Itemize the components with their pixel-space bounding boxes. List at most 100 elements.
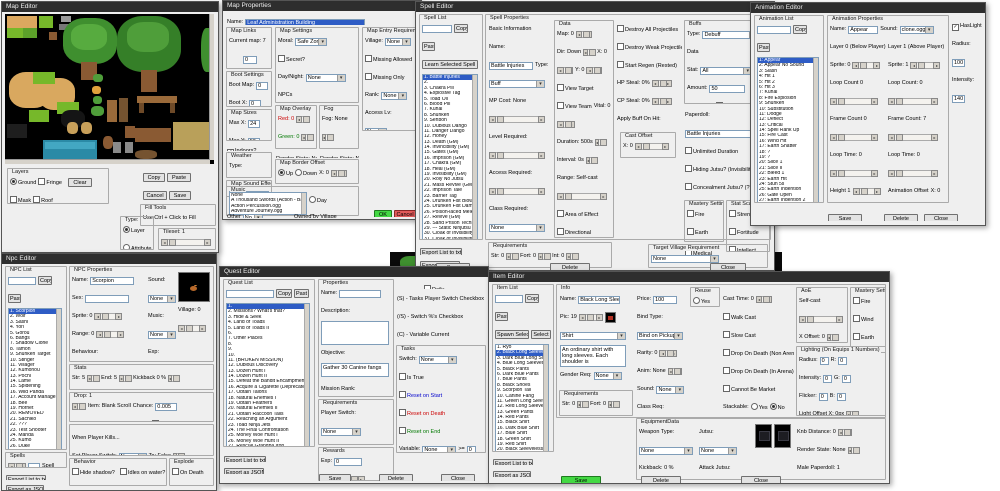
- quest-editor-titlebar[interactable]: Quest Editor: [220, 267, 488, 277]
- view-target-checkbox[interactable]: View Target: [557, 84, 594, 93]
- drop-on-death-in-arena-checkbox[interactable]: Drop On Death (In Arena): [723, 367, 794, 376]
- spell-editor-titlebar[interactable]: Spell Editor: [416, 2, 774, 12]
- export-as-json-button[interactable]: Export as JSON: [493, 471, 531, 477]
- export-as-json-button[interactable]: Export as JSON: [224, 468, 264, 474]
- slider[interactable]: ◂▸: [119, 375, 132, 383]
- delete-button[interactable]: Delete: [550, 263, 590, 270]
- yes-radio[interactable]: Yes: [693, 297, 710, 306]
- textbox[interactable]: 0: [256, 81, 269, 90]
- destroy-all-projectiles-checkbox[interactable]: Destroy All Projectiles: [617, 25, 678, 34]
- none-dropdown[interactable]: None▾: [365, 127, 387, 130]
- view-team-checkbox[interactable]: View Team: [557, 102, 592, 111]
- copy-button[interactable]: Copy: [143, 173, 165, 183]
- slider[interactable]: ◂▸: [296, 116, 311, 124]
- copy-button[interactable]: Copy: [38, 276, 52, 286]
- slider[interactable]: ◂▸: [575, 31, 592, 39]
- list-item[interactable]: 27. Rescue Grandpa Iroh: [227, 444, 309, 446]
- item-editor-titlebar[interactable]: Item Editor: [489, 272, 889, 282]
- textbox[interactable]: 100: [952, 58, 965, 67]
- npcs-listbox[interactable]: 1. Scorpion 2. Wolf 3. Sashi 4. Yori 5. Goro…: [8, 308, 62, 450]
- slider[interactable]: ◂▸: [667, 368, 682, 376]
- slider[interactable]: ◂▸: [830, 134, 878, 142]
- slider[interactable]: ◂▸: [557, 193, 607, 201]
- slider[interactable]: ◂▸: [489, 152, 545, 160]
- slider[interactable]: ◂▸: [830, 98, 878, 106]
- slider[interactable]: ◂▸: [594, 139, 608, 147]
- textbox[interactable]: 24: [248, 119, 261, 128]
- slider[interactable]: ◂▸: [301, 134, 314, 142]
- ground-radio[interactable]: Ground: [10, 178, 36, 187]
- fortitude-checkbox[interactable]: Fortitude: [729, 228, 759, 237]
- none-dropdown[interactable]: None▾: [489, 223, 545, 232]
- up-radio[interactable]: Up: [278, 169, 293, 178]
- anims-listbox[interactable]: 1: Appear 2: Appear No Sound 3: Slash 4: Hi…: [757, 57, 819, 202]
- npc-editor-titlebar[interactable]: Npc Editor: [2, 254, 216, 264]
- slow-cast-checkbox[interactable]: Slow Cast: [723, 331, 756, 340]
- v-scrollbar[interactable]: [543, 345, 548, 451]
- mask-checkbox[interactable]: Mask: [10, 196, 31, 203]
- delete-button[interactable]: Delete: [884, 214, 918, 221]
- export-list-to-txt-button[interactable]: Export List to txt: [493, 459, 533, 465]
- daily-checkbox[interactable]: Daily: [424, 285, 444, 289]
- slider[interactable]: ◂▸: [634, 143, 669, 151]
- none-dropdown[interactable]: None▾: [699, 446, 737, 455]
- v-scrollbar[interactable]: [304, 304, 309, 446]
- list-item[interactable]: 20. Black Sleeveless Shirt: [496, 447, 548, 451]
- h-scrollbar[interactable]: [5, 159, 210, 164]
- none-dropdown[interactable]: None▾: [118, 452, 147, 455]
- attribute-radio[interactable]: Attribute: [123, 244, 151, 249]
- wind-checkbox[interactable]: Wind: [853, 315, 874, 324]
- past-button[interactable]: Past: [757, 43, 770, 53]
- copy-button[interactable]: Copy: [454, 24, 468, 34]
- cannot-be-market-checkbox[interactable]: Cannot Be Market: [723, 385, 775, 394]
- map-editor-titlebar[interactable]: Map Editor: [2, 2, 218, 12]
- slider[interactable]: ◂▸: [577, 401, 590, 409]
- slider[interactable]: ◂▸: [87, 375, 100, 383]
- fire-checkbox[interactable]: Fire: [687, 210, 704, 219]
- textbox[interactable]: 50: [709, 84, 746, 93]
- invincible-checkbox[interactable]: Invincible: [715, 102, 747, 103]
- copy-button[interactable]: Copy: [525, 294, 539, 304]
- list-item[interactable]: 27. Saito: [9, 449, 61, 450]
- slider[interactable]: ◂▸: [168, 375, 181, 383]
- haslight-checkbox[interactable]: ✓ HasLight: [952, 23, 982, 31]
- slider[interactable]: ◂▸: [557, 121, 575, 129]
- slider[interactable]: ◂▸: [846, 411, 859, 415]
- v-scrollbar[interactable]: [472, 75, 477, 239]
- textbox[interactable]: [85, 294, 130, 303]
- earth-checkbox[interactable]: Earth: [853, 333, 874, 342]
- safe-zone-dropdown[interactable]: Safe Zone▾: [295, 37, 328, 46]
- bind-on-pickup-dropdown[interactable]: Bind on Pickup ▾: [637, 331, 683, 340]
- textbox[interactable]: 100: [653, 295, 678, 304]
- slider[interactable]: ◂▸: [608, 401, 621, 409]
- select-button[interactable]: Select: [531, 330, 551, 340]
- is-true-checkbox[interactable]: Is True: [399, 373, 424, 382]
- slider[interactable]: ◂▸: [799, 316, 843, 324]
- close-button[interactable]: Close: [741, 476, 781, 483]
- v-scrollbar[interactable]: [56, 309, 61, 449]
- reset-on-death-checkbox[interactable]: Reset on Death: [399, 409, 445, 418]
- none-dropdown[interactable]: None▾: [381, 91, 408, 100]
- slider[interactable]: ◂▸: [330, 170, 347, 178]
- textbox[interactable]: 0: [818, 392, 828, 401]
- slider[interactable]: ◂▸: [830, 170, 878, 178]
- slider[interactable]: ◂▸: [888, 170, 938, 178]
- slider[interactable]: ◂▸: [557, 67, 573, 75]
- no-radio[interactable]: No: [769, 403, 785, 412]
- slider[interactable]: ◂▸: [489, 188, 545, 196]
- delete-button[interactable]: Delete: [641, 476, 681, 483]
- textbox[interactable]: 0: [466, 445, 476, 452]
- textbox[interactable]: Appear: [848, 25, 879, 34]
- area-of-effect-checkbox[interactable]: Area of Effect: [557, 210, 598, 219]
- slider[interactable]: ◂▸: [586, 67, 603, 75]
- all-dropdown[interactable]: All ▾: [700, 66, 753, 75]
- idles-on-water-checkbox[interactable]: Idles on water?: [120, 468, 165, 477]
- slider[interactable]: ◂▸: [847, 447, 861, 455]
- day-radio[interactable]: Day: [309, 196, 327, 205]
- learn-selected-spell-button[interactable]: Learn Selected Spell: [422, 60, 478, 70]
- export-list-to-txt-button[interactable]: Export List to txt: [224, 456, 266, 462]
- reset-on-end-checkbox[interactable]: Reset on End: [399, 427, 440, 436]
- save-button[interactable]: Save: [169, 191, 191, 201]
- fringe-checkbox[interactable]: Fringe: [38, 178, 62, 187]
- textbox[interactable]: 0: [243, 55, 257, 64]
